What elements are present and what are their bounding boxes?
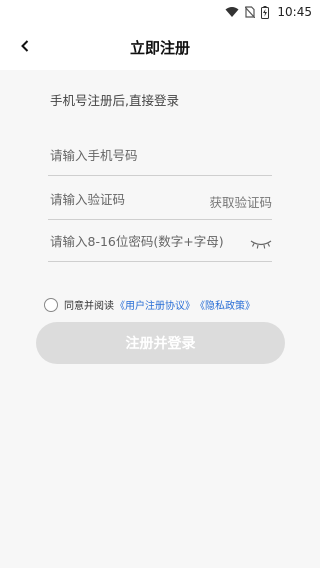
wifi-icon xyxy=(225,6,239,18)
privacy-policy-link[interactable]: 《隐私政策》 xyxy=(195,297,255,312)
password-field xyxy=(48,222,272,262)
register-hint: 手机号注册后,直接登录 xyxy=(50,93,179,108)
no-sim-icon xyxy=(245,6,256,18)
back-button[interactable] xyxy=(10,32,40,62)
get-code-button[interactable]: 获取验证码 xyxy=(209,192,272,211)
page-title: 立即注册 xyxy=(129,38,190,57)
battery-icon xyxy=(261,5,270,19)
phone-input[interactable] xyxy=(48,148,272,163)
status-time: 10:45 xyxy=(277,5,312,19)
register-login-button[interactable]: 注册并登录 xyxy=(36,322,285,364)
nav-bar: 立即注册 xyxy=(0,24,320,70)
status-bar: 10:45 xyxy=(0,0,320,24)
code-field: 获取验证码 xyxy=(48,180,272,220)
register-form: 手机号注册后,直接登录 获取验证码 同意并阅读 《用户注册协议》 《隐私政策》 … xyxy=(0,70,320,568)
agreement-row: 同意并阅读 《用户注册协议》 《隐私政策》 xyxy=(44,297,255,312)
password-input[interactable] xyxy=(48,234,272,249)
agreement-prefix: 同意并阅读 xyxy=(64,301,114,312)
eye-closed-icon[interactable] xyxy=(250,235,272,254)
chevron-left-icon xyxy=(20,38,30,57)
agreement-checkbox[interactable] xyxy=(44,297,58,312)
user-agreement-link[interactable]: 《用户注册协议》 xyxy=(115,297,195,312)
phone-field xyxy=(48,136,272,176)
